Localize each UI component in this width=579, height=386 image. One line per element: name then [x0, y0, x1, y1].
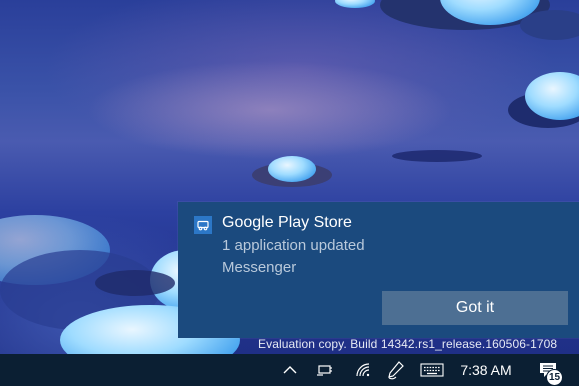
wallpaper-rock	[520, 10, 579, 40]
toast-notification[interactable]: Google Play Store 1 application updated …	[178, 202, 579, 338]
chevron-up-icon[interactable]	[278, 354, 302, 386]
power-battery-icon[interactable]	[312, 354, 338, 386]
wallpaper-shadow	[392, 150, 482, 162]
clock-time: 7:38 AM	[460, 362, 512, 378]
play-store-icon	[194, 216, 212, 234]
touch-keyboard-icon[interactable]	[417, 354, 447, 386]
taskbar: 7:38 AM	[0, 354, 579, 386]
evaluation-watermark: Evaluation copy. Build 14342.rs1_release…	[258, 337, 558, 351]
got-it-button[interactable]: Got it	[382, 291, 568, 325]
wallpaper-ice	[268, 156, 316, 182]
notification-count-badge: 15	[546, 369, 563, 386]
notification-app-name: Google Play Store	[222, 214, 352, 231]
clock[interactable]: 7:38 AM	[455, 354, 517, 386]
notification-detail: Messenger	[222, 259, 297, 276]
wallpaper-ice	[335, 0, 375, 8]
notification-message: 1 application updated	[222, 237, 365, 254]
wallpaper-rock	[95, 270, 175, 296]
wifi-icon[interactable]	[350, 354, 376, 386]
pen-workspace-icon[interactable]	[383, 354, 409, 386]
